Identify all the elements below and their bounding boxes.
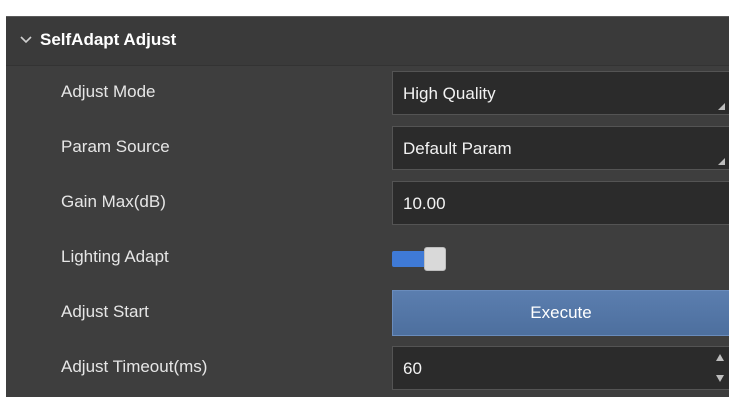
lighting-adapt-toggle[interactable]	[392, 247, 447, 271]
lighting-adapt-label: Lighting Adapt	[61, 247, 169, 266]
chevron-down-icon[interactable]	[20, 35, 32, 45]
gain-max-value: 10.00	[403, 194, 446, 213]
gain-max-input[interactable]: 10.00	[392, 181, 729, 225]
param-source-dropdown[interactable]: Default Param	[392, 126, 729, 170]
toggle-knob[interactable]	[424, 247, 446, 271]
gain-max-label: Gain Max(dB)	[61, 192, 166, 211]
execute-button[interactable]: Execute	[392, 290, 729, 336]
row-lighting-adapt: Lighting Adapt	[6, 231, 729, 285]
param-source-value: Default Param	[403, 139, 512, 158]
param-source-label: Param Source	[61, 137, 170, 156]
properties-panel: SelfAdapt Adjust Adjust Mode High Qualit…	[6, 16, 729, 397]
row-gain-max: Gain Max(dB) 10.00	[6, 176, 729, 230]
adjust-timeout-value: 60	[403, 359, 422, 378]
adjust-timeout-label: Adjust Timeout(ms)	[61, 357, 208, 376]
section-header-selfadapt-adjust[interactable]: SelfAdapt Adjust	[6, 17, 729, 66]
row-param-source: Param Source Default Param	[6, 121, 729, 175]
spinner-arrows-icon[interactable]	[715, 351, 725, 385]
section-title: SelfAdapt Adjust	[40, 30, 177, 49]
toggle-track	[392, 251, 426, 267]
corner-grip-icon	[718, 103, 725, 110]
adjust-mode-dropdown[interactable]: High Quality	[392, 71, 729, 115]
adjust-start-label: Adjust Start	[61, 302, 149, 321]
adjust-mode-value: High Quality	[403, 84, 496, 103]
row-adjust-mode: Adjust Mode High Quality	[6, 66, 729, 120]
row-adjust-timeout: Adjust Timeout(ms) 60	[6, 341, 729, 395]
adjust-timeout-input[interactable]: 60	[392, 346, 729, 390]
adjust-mode-label: Adjust Mode	[61, 82, 156, 101]
row-adjust-start: Adjust Start Execute	[6, 286, 729, 340]
corner-grip-icon	[718, 158, 725, 165]
